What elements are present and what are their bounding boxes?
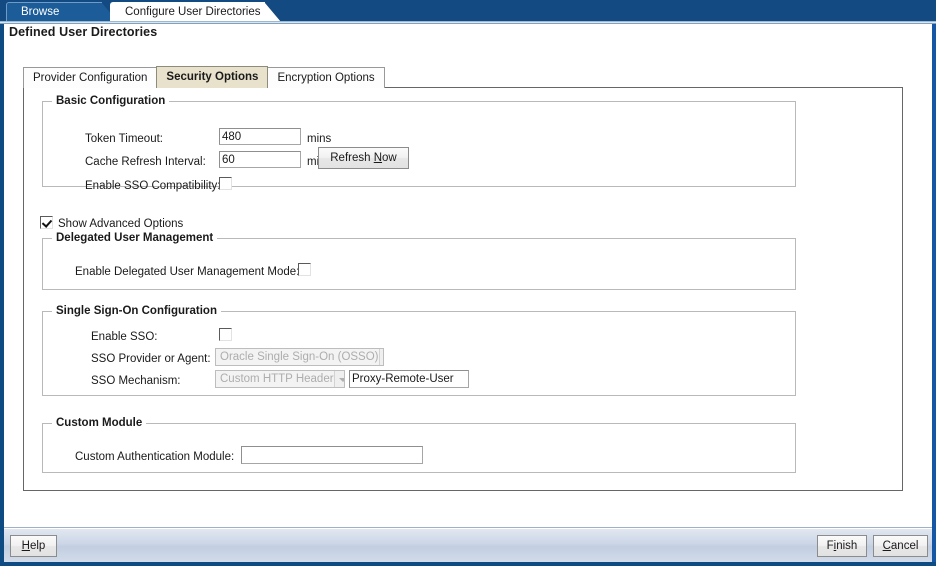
page-title: Defined User Directories — [9, 25, 158, 39]
enable-sso-compatibility-checkbox[interactable] — [219, 177, 232, 190]
settings-tab-bar: Provider Configuration Security Options … — [23, 66, 385, 88]
refresh-now-label-before: Refresh — [330, 152, 374, 164]
enable-sso-compatibility-label: Enable SSO Compatibility: — [85, 180, 221, 192]
cache-refresh-interval-input[interactable] — [219, 151, 301, 168]
basic-configuration-title: Basic Configuration — [52, 95, 170, 107]
sso-mechanism-select[interactable]: Custom HTTP Header — [215, 370, 345, 388]
help-label-after: elp — [29, 540, 46, 552]
sso-provider-or-agent-value: Oracle Single Sign-On (OSSO) — [220, 351, 379, 363]
window-tab-configure-user-directories[interactable]: Configure User Directories — [110, 2, 281, 21]
enable-sso-checkbox[interactable] — [219, 328, 232, 341]
finish-label-after: nish — [836, 540, 858, 552]
token-timeout-unit: mins — [307, 133, 332, 145]
single-sign-on-title: Single Sign-On Configuration — [52, 305, 221, 317]
cancel-label-after: ancel — [890, 540, 919, 552]
cancel-label-mnemonic: C — [882, 540, 891, 552]
window-right-edge — [932, 0, 936, 566]
tab-slant-shape — [265, 3, 281, 21]
cache-refresh-interval-label: Cache Refresh Interval: — [85, 156, 206, 168]
custom-module-title: Custom Module — [52, 417, 147, 429]
custom-authentication-module-label: Custom Authentication Module: — [75, 451, 235, 463]
window-tab-underline — [0, 21, 936, 24]
tab-encryption-options[interactable]: Encryption Options — [267, 67, 385, 88]
chevron-down-icon[interactable] — [378, 349, 383, 365]
refresh-now-label-after: ow — [382, 152, 397, 164]
window-tab-browse-label: Browse — [21, 6, 60, 18]
tab-encryption-options-label: Encryption Options — [277, 72, 375, 84]
custom-authentication-module-input[interactable] — [241, 446, 423, 464]
sso-provider-or-agent-label: SSO Provider or Agent: — [91, 353, 211, 365]
sso-mechanism-header-input[interactable] — [349, 370, 469, 388]
window-tab-strip: Browse Configure User Directories — [0, 0, 936, 21]
sso-mechanism-value: Custom HTTP Header — [220, 373, 334, 385]
basic-configuration-group: Basic Configuration Token Timeout: mins … — [42, 95, 796, 192]
help-label-mnemonic: H — [21, 540, 30, 552]
tab-security-options-label: Security Options — [166, 71, 259, 83]
delegated-user-management-group: Delegated User Management Enable Delegat… — [42, 232, 796, 290]
help-button[interactable]: Help — [10, 535, 57, 557]
enable-sso-label: Enable SSO: — [91, 331, 158, 343]
enable-delegated-user-management-checkbox[interactable] — [298, 263, 311, 276]
tab-provider-configuration-label: Provider Configuration — [33, 72, 148, 84]
command-bar-separator — [4, 528, 932, 529]
window-tab-configure-user-directories-label: Configure User Directories — [125, 6, 261, 18]
finish-button[interactable]: Finish — [817, 535, 867, 557]
token-timeout-label: Token Timeout: — [85, 133, 163, 145]
token-timeout-input[interactable] — [219, 128, 301, 145]
application-window: Browse Configure User Directories Define… — [0, 0, 936, 566]
sso-provider-or-agent-select[interactable]: Oracle Single Sign-On (OSSO) — [215, 348, 384, 366]
tab-provider-configuration[interactable]: Provider Configuration — [23, 67, 158, 88]
finish-label-before: F — [826, 540, 834, 552]
show-advanced-options-checkbox[interactable] — [40, 216, 53, 229]
tab-security-options[interactable]: Security Options — [156, 66, 269, 88]
refresh-now-button[interactable]: Refresh Now — [318, 147, 409, 169]
sso-mechanism-label: SSO Mechanism: — [91, 375, 181, 387]
security-options-panel: Basic Configuration Token Timeout: mins … — [23, 87, 903, 491]
window-tab-browse[interactable]: Browse — [6, 2, 118, 21]
window-bottom-edge — [0, 562, 936, 566]
chevron-down-icon[interactable] — [333, 371, 344, 387]
single-sign-on-group: Single Sign-On Configuration Enable SSO:… — [42, 305, 796, 396]
refresh-now-label-mnemonic: N — [373, 152, 383, 164]
command-bar: Help Finish Cancel — [4, 527, 932, 562]
show-advanced-options-label: Show Advanced Options — [58, 218, 184, 230]
cancel-button[interactable]: Cancel — [873, 535, 928, 557]
custom-module-group: Custom Module Custom Authentication Modu… — [42, 417, 796, 473]
delegated-user-management-title: Delegated User Management — [52, 232, 218, 244]
enable-delegated-user-management-label: Enable Delegated User Management Mode: — [75, 266, 300, 278]
window-left-edge — [0, 0, 4, 566]
